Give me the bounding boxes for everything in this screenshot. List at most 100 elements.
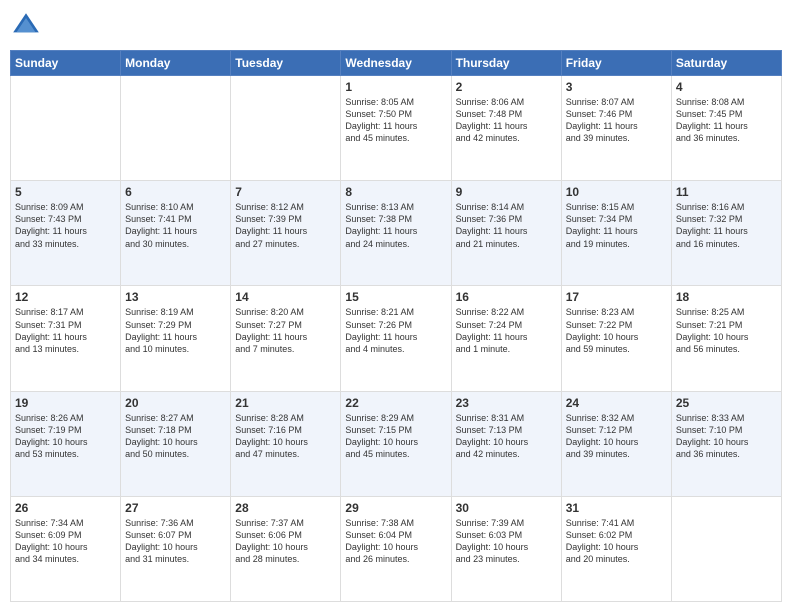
day-number: 12 <box>15 290 116 304</box>
header <box>10 10 782 42</box>
day-number: 20 <box>125 396 226 410</box>
cal-cell: 19 Sunrise: 8:26 AM Sunset: 7:19 PM Dayli… <box>11 391 121 496</box>
day-info: Sunrise: 8:31 AM Sunset: 7:13 PM Dayligh… <box>456 412 557 461</box>
day-number: 11 <box>676 185 777 199</box>
cal-cell <box>231 76 341 181</box>
day-info: Sunrise: 8:23 AM Sunset: 7:22 PM Dayligh… <box>566 306 667 355</box>
day-header-sunday: Sunday <box>11 51 121 76</box>
day-info: Sunrise: 8:13 AM Sunset: 7:38 PM Dayligh… <box>345 201 446 250</box>
day-number: 9 <box>456 185 557 199</box>
cal-cell: 26Sunrise: 7:34 AM Sunset: 6:09 PM Dayli… <box>11 496 121 601</box>
cal-cell: 21 Sunrise: 8:28 AM Sunset: 7:16 PM Dayli… <box>231 391 341 496</box>
day-info: Sunrise: 8:20 AM Sunset: 7:27 PM Dayligh… <box>235 306 336 355</box>
day-number: 5 <box>15 185 116 199</box>
calendar-body: 1Sunrise: 8:05 AM Sunset: 7:50 PM Daylig… <box>11 76 782 602</box>
calendar-header: SundayMondayTuesdayWednesdayThursdayFrid… <box>11 51 782 76</box>
cal-cell: 20 Sunrise: 8:27 AM Sunset: 7:18 PM Dayli… <box>121 391 231 496</box>
day-number: 25 <box>676 396 777 410</box>
day-info: Sunrise: 8:26 AM Sunset: 7:19 PM Dayligh… <box>15 412 116 461</box>
cal-cell <box>121 76 231 181</box>
cal-cell: 24 Sunrise: 8:32 AM Sunset: 7:12 PM Dayli… <box>561 391 671 496</box>
day-info: Sunrise: 7:41 AM Sunset: 6:02 PM Dayligh… <box>566 517 667 566</box>
week-row-3: 12 Sunrise: 8:17 AM Sunset: 7:31 PM Dayli… <box>11 286 782 391</box>
cal-cell: 11 Sunrise: 8:16 AM Sunset: 7:32 PM Dayli… <box>671 181 781 286</box>
cal-cell: 12 Sunrise: 8:17 AM Sunset: 7:31 PM Dayli… <box>11 286 121 391</box>
day-number: 28 <box>235 501 336 515</box>
cal-cell: 30 Sunrise: 7:39 AM Sunset: 6:03 PM Dayli… <box>451 496 561 601</box>
cal-cell <box>671 496 781 601</box>
day-number: 27 <box>125 501 226 515</box>
cal-cell: 1Sunrise: 8:05 AM Sunset: 7:50 PM Daylig… <box>341 76 451 181</box>
day-info: Sunrise: 8:16 AM Sunset: 7:32 PM Dayligh… <box>676 201 777 250</box>
day-info: Sunrise: 8:29 AM Sunset: 7:15 PM Dayligh… <box>345 412 446 461</box>
week-row-2: 5 Sunrise: 8:09 AM Sunset: 7:43 PM Daylig… <box>11 181 782 286</box>
cal-cell: 23 Sunrise: 8:31 AM Sunset: 7:13 PM Dayli… <box>451 391 561 496</box>
day-info: Sunrise: 8:27 AM Sunset: 7:18 PM Dayligh… <box>125 412 226 461</box>
day-number: 2 <box>456 80 557 94</box>
cal-cell: 31 Sunrise: 7:41 AM Sunset: 6:02 PM Dayli… <box>561 496 671 601</box>
day-number: 18 <box>676 290 777 304</box>
day-info: Sunrise: 8:12 AM Sunset: 7:39 PM Dayligh… <box>235 201 336 250</box>
cal-cell: 29Sunrise: 7:38 AM Sunset: 6:04 PM Dayli… <box>341 496 451 601</box>
cal-cell: 17 Sunrise: 8:23 AM Sunset: 7:22 PM Dayli… <box>561 286 671 391</box>
day-info: Sunrise: 8:28 AM Sunset: 7:16 PM Dayligh… <box>235 412 336 461</box>
day-info: Sunrise: 8:33 AM Sunset: 7:10 PM Dayligh… <box>676 412 777 461</box>
day-header-saturday: Saturday <box>671 51 781 76</box>
cal-cell: 18Sunrise: 8:25 AM Sunset: 7:21 PM Dayli… <box>671 286 781 391</box>
day-info: Sunrise: 8:10 AM Sunset: 7:41 PM Dayligh… <box>125 201 226 250</box>
day-info: Sunrise: 7:36 AM Sunset: 6:07 PM Dayligh… <box>125 517 226 566</box>
cal-cell: 28 Sunrise: 7:37 AM Sunset: 6:06 PM Dayli… <box>231 496 341 601</box>
day-number: 31 <box>566 501 667 515</box>
cal-cell: 3Sunrise: 8:07 AM Sunset: 7:46 PM Daylig… <box>561 76 671 181</box>
cal-cell <box>11 76 121 181</box>
cal-cell: 15 Sunrise: 8:21 AM Sunset: 7:26 PM Dayli… <box>341 286 451 391</box>
cal-cell: 6 Sunrise: 8:10 AM Sunset: 7:41 PM Daylig… <box>121 181 231 286</box>
day-number: 15 <box>345 290 446 304</box>
day-number: 21 <box>235 396 336 410</box>
cal-cell: 10 Sunrise: 8:15 AM Sunset: 7:34 PM Dayli… <box>561 181 671 286</box>
day-number: 8 <box>345 185 446 199</box>
day-number: 4 <box>676 80 777 94</box>
day-info: Sunrise: 8:19 AM Sunset: 7:29 PM Dayligh… <box>125 306 226 355</box>
day-number: 26 <box>15 501 116 515</box>
day-number: 19 <box>15 396 116 410</box>
day-header-monday: Monday <box>121 51 231 76</box>
day-number: 16 <box>456 290 557 304</box>
cal-cell: 13 Sunrise: 8:19 AM Sunset: 7:29 PM Dayli… <box>121 286 231 391</box>
day-number: 7 <box>235 185 336 199</box>
day-info: Sunrise: 7:39 AM Sunset: 6:03 PM Dayligh… <box>456 517 557 566</box>
day-number: 23 <box>456 396 557 410</box>
week-row-4: 19 Sunrise: 8:26 AM Sunset: 7:19 PM Dayli… <box>11 391 782 496</box>
day-info: Sunrise: 8:09 AM Sunset: 7:43 PM Dayligh… <box>15 201 116 250</box>
day-number: 13 <box>125 290 226 304</box>
day-number: 1 <box>345 80 446 94</box>
header-row: SundayMondayTuesdayWednesdayThursdayFrid… <box>11 51 782 76</box>
day-header-tuesday: Tuesday <box>231 51 341 76</box>
day-info: Sunrise: 8:21 AM Sunset: 7:26 PM Dayligh… <box>345 306 446 355</box>
day-info: Sunrise: 8:15 AM Sunset: 7:34 PM Dayligh… <box>566 201 667 250</box>
logo <box>10 10 46 42</box>
day-info: Sunrise: 8:07 AM Sunset: 7:46 PM Dayligh… <box>566 96 667 145</box>
day-info: Sunrise: 8:14 AM Sunset: 7:36 PM Dayligh… <box>456 201 557 250</box>
page: SundayMondayTuesdayWednesdayThursdayFrid… <box>0 0 792 612</box>
cal-cell: 27 Sunrise: 7:36 AM Sunset: 6:07 PM Dayli… <box>121 496 231 601</box>
day-info: Sunrise: 8:17 AM Sunset: 7:31 PM Dayligh… <box>15 306 116 355</box>
day-info: Sunrise: 8:32 AM Sunset: 7:12 PM Dayligh… <box>566 412 667 461</box>
day-info: Sunrise: 8:06 AM Sunset: 7:48 PM Dayligh… <box>456 96 557 145</box>
day-number: 22 <box>345 396 446 410</box>
cal-cell: 7 Sunrise: 8:12 AM Sunset: 7:39 PM Daylig… <box>231 181 341 286</box>
cal-cell: 25 Sunrise: 8:33 AM Sunset: 7:10 PM Dayli… <box>671 391 781 496</box>
cal-cell: 4Sunrise: 8:08 AM Sunset: 7:45 PM Daylig… <box>671 76 781 181</box>
cal-cell: 22 Sunrise: 8:29 AM Sunset: 7:15 PM Dayli… <box>341 391 451 496</box>
day-number: 17 <box>566 290 667 304</box>
day-number: 24 <box>566 396 667 410</box>
day-number: 6 <box>125 185 226 199</box>
day-number: 30 <box>456 501 557 515</box>
week-row-1: 1Sunrise: 8:05 AM Sunset: 7:50 PM Daylig… <box>11 76 782 181</box>
day-number: 14 <box>235 290 336 304</box>
day-info: Sunrise: 7:37 AM Sunset: 6:06 PM Dayligh… <box>235 517 336 566</box>
day-number: 10 <box>566 185 667 199</box>
cal-cell: 16Sunrise: 8:22 AM Sunset: 7:24 PM Dayli… <box>451 286 561 391</box>
cal-cell: 8 Sunrise: 8:13 AM Sunset: 7:38 PM Daylig… <box>341 181 451 286</box>
cal-cell: 14 Sunrise: 8:20 AM Sunset: 7:27 PM Dayli… <box>231 286 341 391</box>
